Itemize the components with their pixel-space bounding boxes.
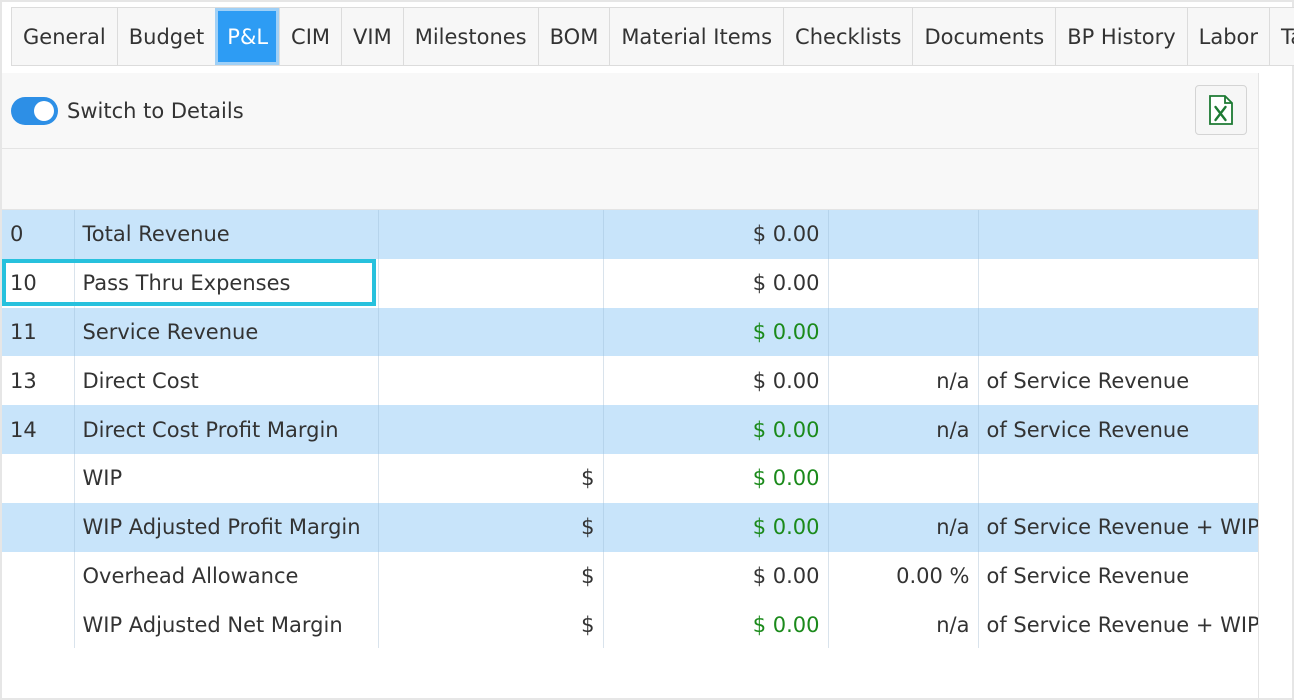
amount-value: $ 0.00 <box>602 551 828 601</box>
right-gutter <box>1258 73 1292 698</box>
details-toggle[interactable] <box>11 97 58 125</box>
tab-general[interactable]: General <box>11 8 117 65</box>
amount-value: $ 0.00 <box>602 405 828 454</box>
percent-value: n/a <box>827 600 978 650</box>
amount-value: $ 0.00 <box>602 502 828 552</box>
row-label: Direct Cost Profit Margin <box>73 405 378 454</box>
export-excel-button[interactable] <box>1195 85 1247 135</box>
percent-value: 0.00 % <box>827 551 978 601</box>
percent-value <box>827 453 978 503</box>
table-row[interactable]: WIP Adjusted Profit Margin $ $ 0.00 n/a of S… <box>2 502 1258 552</box>
percent-basis <box>977 210 1258 259</box>
percent-basis: of Service Revenue + WIP <box>977 502 1258 552</box>
currency-input[interactable]: $ <box>377 600 603 650</box>
table-row[interactable]: WIP Adjusted Net Margin $ $ 0.00 n/a of Serv… <box>2 600 1258 650</box>
percent-basis: of Service Revenue <box>977 405 1258 454</box>
percent-value: n/a <box>827 502 978 552</box>
row-number: 10 <box>10 271 37 296</box>
row-label: Service Revenue <box>73 307 378 357</box>
tab-material-items[interactable]: Material Items <box>609 8 784 65</box>
excel-icon <box>1209 95 1233 125</box>
currency-input <box>377 258 603 308</box>
table-row[interactable]: 14 Direct Cost Profit Margin $ 0.00 n/a of S… <box>2 405 1258 454</box>
row-number <box>2 454 74 503</box>
amount-value: $ 0.00 <box>602 356 828 406</box>
amount-value: $ 0.00 <box>602 600 828 650</box>
row-label: Total Revenue <box>73 210 378 259</box>
tab-milestones[interactable]: Milestones <box>402 8 538 65</box>
tab-checklists[interactable]: Checklists <box>783 8 913 65</box>
percent-value: n/a <box>827 356 978 406</box>
row-label: WIP Adjusted Profit Margin <box>73 502 378 552</box>
tab-tasks[interactable]: Tasks <box>1269 8 1294 65</box>
tab-vim[interactable]: VIM <box>341 8 403 65</box>
currency-input[interactable]: $ <box>377 502 603 552</box>
row-label: Overhead Allowance <box>73 551 378 601</box>
currency-input[interactable]: $ <box>377 551 603 601</box>
tab-bar: General Budget P&L CIM VIM Milestones BOM Mater… <box>11 7 1294 66</box>
tab-labor[interactable]: Labor <box>1186 8 1270 65</box>
amount-value: $ 0.00 <box>602 307 828 357</box>
row-number: 13 <box>10 368 37 393</box>
percent-basis <box>977 307 1258 357</box>
row-number: 11 <box>2 307 74 357</box>
tab-budget[interactable]: Budget <box>116 8 216 65</box>
tab-documents[interactable]: Documents <box>912 8 1056 65</box>
percent-basis: of Service Revenue + WIP <box>977 600 1258 650</box>
row-number <box>2 600 74 649</box>
tab-p-l[interactable]: P&L <box>215 8 280 65</box>
row-number: 0 <box>2 210 74 259</box>
currency-input[interactable]: $ <box>377 453 603 503</box>
currency-input <box>377 307 603 357</box>
table-row[interactable]: 10 Pass Thru Expenses $ 0.00 <box>2 258 1258 308</box>
percent-basis: of Service Revenue <box>977 551 1258 601</box>
row-label: WIP Adjusted Net Margin <box>73 600 378 650</box>
toolbar: Switch to Details <box>2 73 1258 149</box>
percent-basis <box>977 453 1258 503</box>
tab-bp-history[interactable]: BP History <box>1055 8 1187 65</box>
table-row[interactable]: 13 Direct Cost $ 0.00 n/a of Service Revenue <box>2 356 1258 406</box>
tab-cim[interactable]: CIM <box>279 8 342 65</box>
table-footer-space <box>2 648 1258 698</box>
table-row[interactable]: 11 Service Revenue $ 0.00 <box>2 307 1258 357</box>
row-number <box>2 552 74 601</box>
amount-value: $ 0.00 <box>602 258 828 308</box>
row-number <box>2 502 74 552</box>
table-row[interactable]: WIP $ $ 0.00 <box>2 453 1258 503</box>
currency-input <box>377 210 603 259</box>
row-label: Pass Thru Expenses <box>73 258 378 308</box>
row-label: Direct Cost <box>73 356 378 406</box>
toggle-knob <box>34 101 54 121</box>
toggle-label: Switch to Details <box>67 99 244 123</box>
currency-input <box>377 356 603 406</box>
amount-value: $ 0.00 <box>602 453 828 503</box>
percent-basis <box>977 258 1258 308</box>
pl-table: 0 Total Revenue $ 0.00 10 Pass Thru Expenses… <box>2 210 1258 650</box>
currency-input <box>377 405 603 454</box>
amount-value: $ 0.00 <box>602 210 828 259</box>
percent-value <box>827 258 978 308</box>
table-row[interactable]: Overhead Allowance $ $ 0.00 0.00 % of Servic… <box>2 551 1258 601</box>
percent-value <box>827 210 978 259</box>
row-label: WIP <box>73 453 378 503</box>
percent-value <box>827 307 978 357</box>
tab-bom[interactable]: BOM <box>537 8 610 65</box>
grid-header-bar <box>2 149 1258 210</box>
table-row[interactable]: 0 Total Revenue $ 0.00 <box>2 210 1258 259</box>
percent-value: n/a <box>827 405 978 454</box>
row-number: 14 <box>2 405 74 454</box>
percent-basis: of Service Revenue <box>977 356 1258 406</box>
